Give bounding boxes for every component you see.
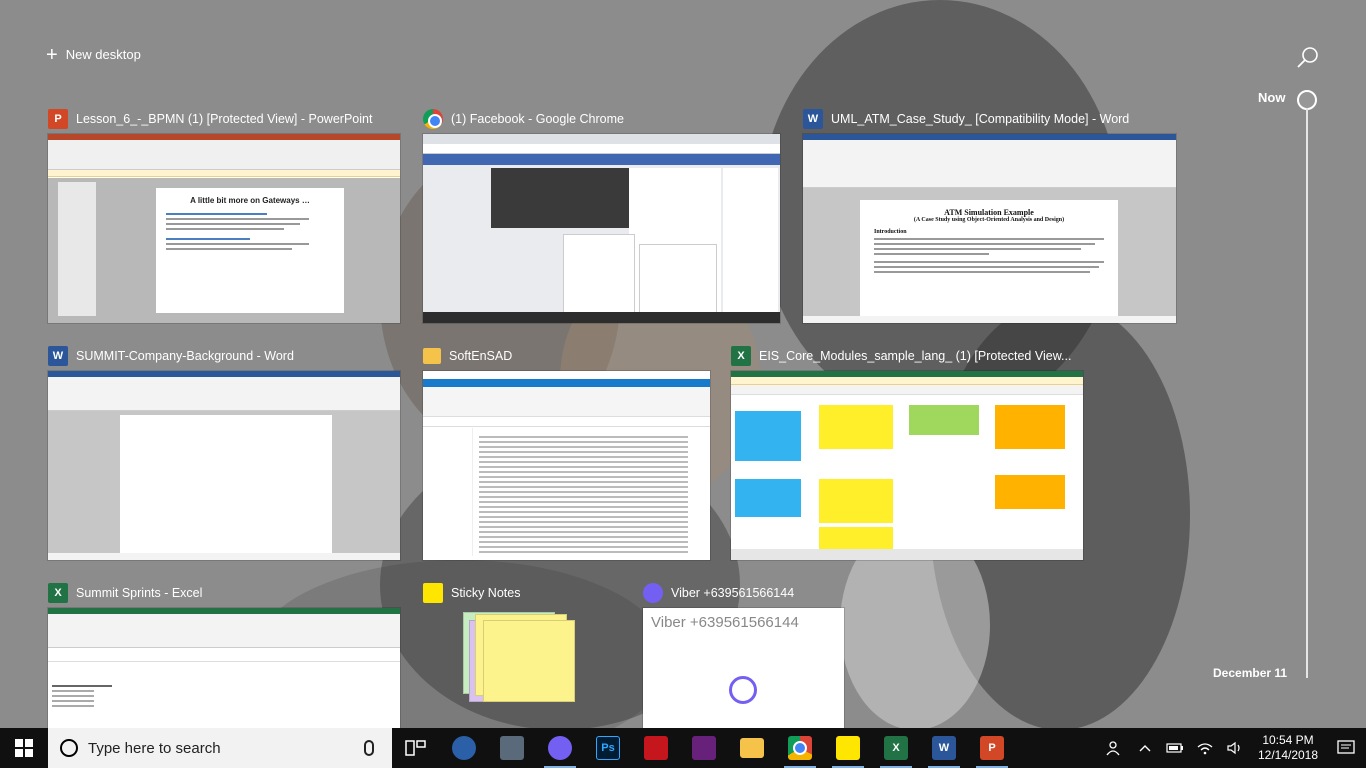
window-card-excel-sprints[interactable]: X Summit Sprints - Excel [48, 582, 400, 728]
battery-icon[interactable] [1160, 728, 1190, 768]
window-card-chrome[interactable]: (1) Facebook - Google Chrome [423, 108, 780, 323]
task-view-icon [405, 740, 426, 756]
taskbar-search-box[interactable]: Type here to search [48, 728, 392, 768]
app-icon [452, 736, 476, 760]
window-thumbnail[interactable] [423, 371, 710, 560]
people-icon[interactable] [1100, 728, 1130, 768]
timeline-date-label: December 11 [1213, 666, 1288, 680]
search-placeholder: Type here to search [88, 739, 221, 757]
window-card-sticky-notes[interactable]: Sticky Notes [423, 582, 603, 728]
start-button[interactable] [0, 728, 48, 768]
viber-preview-text: Viber +639561566144 [651, 614, 799, 631]
window-title: Lesson_6_-_BPMN (1) [Protected View] - P… [76, 112, 373, 126]
clock-time: 10:54 PM [1262, 733, 1314, 747]
doc-heading: Introduction [874, 229, 907, 235]
word-icon: W [803, 109, 823, 129]
window-title: Summit Sprints - Excel [76, 586, 203, 600]
system-tray: 10:54 PM 12/14/2018 [1100, 728, 1366, 768]
taskbar-game[interactable] [632, 728, 680, 768]
windows-logo-icon [15, 739, 33, 757]
new-desktop-label: New desktop [65, 47, 141, 62]
excel-icon: X [48, 583, 68, 603]
folder-icon [423, 348, 441, 364]
window-card-viber[interactable]: Viber +639561566144 Viber +639561566144 [643, 582, 844, 728]
window-title: SUMMIT-Company-Background - Word [76, 349, 294, 363]
volume-icon[interactable] [1220, 728, 1250, 768]
window-title: SoftEnSAD [449, 349, 513, 363]
taskbar-excel[interactable]: X [872, 728, 920, 768]
window-title: UML_ATM_Case_Study_ [Compatibility Mode]… [831, 112, 1130, 126]
visual-studio-icon [692, 736, 716, 760]
cortana-icon [60, 739, 78, 757]
window-title: Sticky Notes [451, 586, 521, 600]
chrome-icon [423, 109, 443, 129]
chevron-up-icon[interactable] [1130, 728, 1160, 768]
doc-subtitle: (A Case Study using Object-Oriented Anal… [913, 217, 1065, 223]
window-title: EIS_Core_Modules_sample_lang_ (1) [Prote… [759, 349, 1072, 363]
powerpoint-icon: P [48, 109, 68, 129]
viber-logo-icon [729, 676, 757, 704]
window-thumbnail[interactable] [731, 371, 1083, 560]
taskbar-visual-studio[interactable] [680, 728, 728, 768]
sticky-notes-icon [836, 736, 860, 760]
tools-icon [500, 736, 524, 760]
sticky-notes-thumbnail[interactable] [463, 612, 583, 722]
window-thumbnail[interactable] [48, 608, 400, 728]
task-view-button[interactable] [392, 728, 440, 768]
window-thumbnail[interactable] [48, 371, 400, 560]
new-desktop-button[interactable]: + New desktop [46, 43, 141, 66]
window-card-excel-eis[interactable]: X EIS_Core_Modules_sample_lang_ (1) [Pro… [731, 345, 1083, 560]
sticky-notes-icon [423, 583, 443, 603]
doc-title: ATM Simulation Example [944, 208, 1034, 217]
slide-title: A little bit more on Gateways … [190, 196, 310, 205]
photoshop-icon: Ps [596, 736, 620, 760]
viber-icon [643, 583, 663, 603]
notification-icon [1337, 740, 1355, 754]
action-center-button[interactable] [1326, 728, 1366, 768]
taskbar-photoshop[interactable]: Ps [584, 728, 632, 768]
window-thumbnail[interactable]: A little bit more on Gateways … [48, 134, 400, 323]
clock-date: 12/14/2018 [1257, 748, 1319, 762]
viber-icon [548, 736, 572, 760]
excel-icon: X [884, 736, 908, 760]
window-title: (1) Facebook - Google Chrome [451, 112, 624, 126]
microphone-icon[interactable] [364, 740, 374, 756]
window-card-word-summit[interactable]: W SUMMIT-Company-Background - Word [48, 345, 400, 560]
window-thumbnail[interactable]: Viber +639561566144 [643, 608, 844, 728]
taskbar-chrome[interactable] [776, 728, 824, 768]
excel-icon: X [731, 346, 751, 366]
window-card-powerpoint[interactable]: P Lesson_6_-_BPMN (1) [Protected View] -… [48, 108, 400, 323]
search-icon[interactable] [1296, 46, 1320, 70]
file-explorer-icon [740, 738, 764, 758]
taskbar-clock[interactable]: 10:54 PM 12/14/2018 [1250, 733, 1326, 763]
timeline-handle[interactable] [1297, 90, 1317, 110]
chrome-icon [788, 736, 812, 760]
window-thumbnail[interactable]: ATM Simulation Example (A Case Study usi… [803, 134, 1176, 323]
timeline-now-label: Now [1258, 90, 1286, 105]
word-icon: W [48, 346, 68, 366]
game-icon [644, 736, 668, 760]
timeline-track[interactable] [1306, 108, 1308, 678]
window-thumbnail[interactable] [423, 134, 780, 323]
powerpoint-icon: P [980, 736, 1004, 760]
taskbar-word[interactable]: W [920, 728, 968, 768]
taskbar-viber[interactable] [536, 728, 584, 768]
taskbar-sticky-notes[interactable] [824, 728, 872, 768]
taskbar: Type here to search Ps X W P 10:54 PM 12… [0, 728, 1366, 768]
window-card-word-uml[interactable]: W UML_ATM_Case_Study_ [Compatibility Mod… [803, 108, 1176, 323]
taskbar-file-explorer[interactable] [728, 728, 776, 768]
word-icon: W [932, 736, 956, 760]
taskbar-tools[interactable] [488, 728, 536, 768]
taskbar-powerpoint[interactable]: P [968, 728, 1016, 768]
plus-icon: + [46, 43, 58, 66]
window-card-file-explorer[interactable]: SoftEnSAD [423, 345, 710, 560]
wifi-icon[interactable] [1190, 728, 1220, 768]
taskbar-app-blue[interactable] [440, 728, 488, 768]
window-title: Viber +639561566144 [671, 586, 795, 600]
